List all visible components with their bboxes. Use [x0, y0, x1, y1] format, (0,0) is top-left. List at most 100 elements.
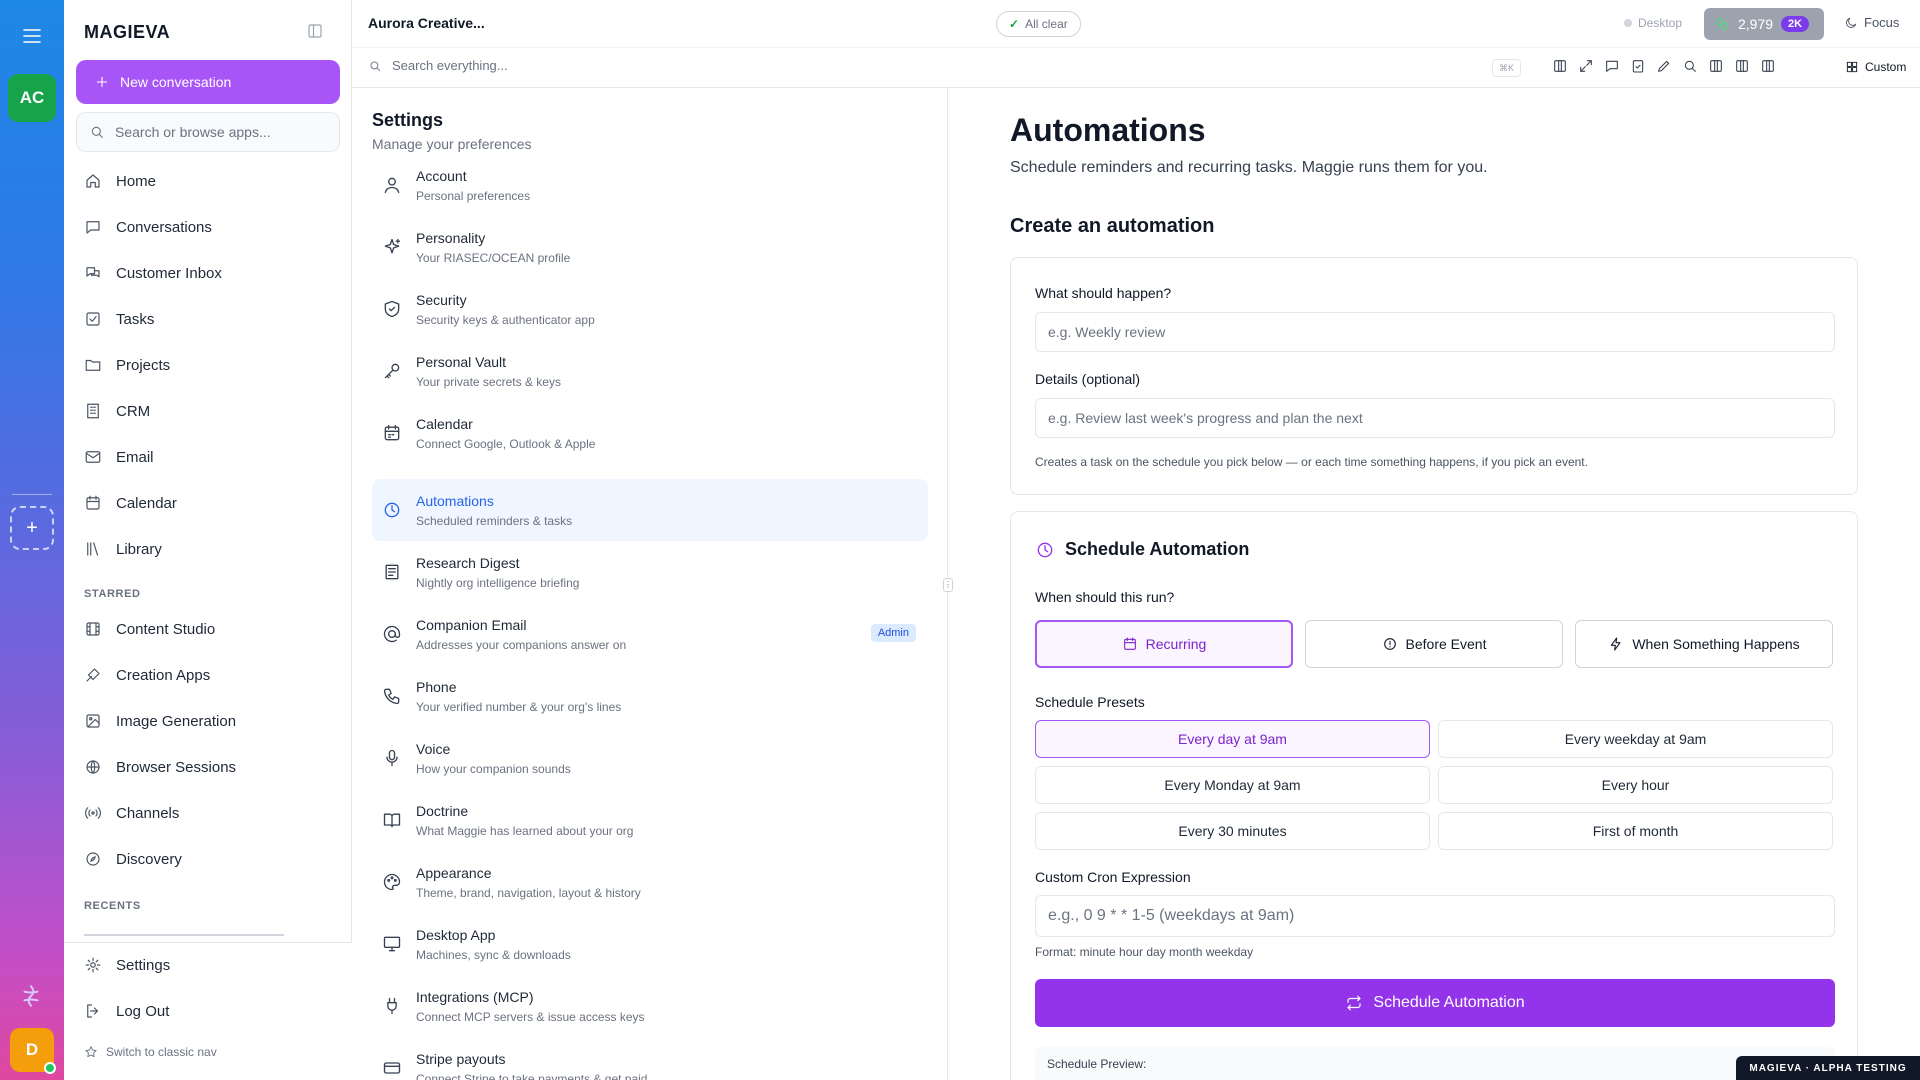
credits-button[interactable]: 2,979 2K [1704, 8, 1824, 40]
preset-button[interactable]: First of month [1438, 812, 1833, 850]
nav-item-library[interactable]: Library [84, 540, 162, 558]
settings-item-title: Personality [416, 229, 486, 246]
nav-item-channels[interactable]: Channels [84, 804, 179, 822]
settings-item-title: Personal Vault [416, 353, 507, 370]
panel-icon[interactable] [1760, 58, 1776, 74]
nav-label: Conversations [116, 218, 212, 236]
mode-event-trigger-button[interactable]: When Something Happens [1575, 620, 1833, 668]
settings-title: Settings [372, 110, 444, 130]
settings-item-companion-email[interactable]: Companion Email Addresses your companions… [372, 603, 928, 665]
details-input[interactable] [1035, 398, 1835, 438]
status-text: All clear [1025, 17, 1068, 31]
add-workspace-button[interactable]: + [10, 506, 54, 550]
mode-recurring-button[interactable]: Recurring [1035, 620, 1293, 668]
settings-item-desc: What Maggie has learned about your org [416, 823, 634, 838]
nav-item-crm[interactable]: CRM [84, 402, 150, 420]
focus-button[interactable]: Focus [1844, 15, 1899, 30]
nav-item-customer-inbox[interactable]: Customer Inbox [84, 264, 222, 282]
nav-item-content-studio[interactable]: Content Studio [84, 620, 215, 638]
search-icon[interactable] [1682, 58, 1698, 74]
status-badge[interactable]: ✓ All clear [996, 11, 1081, 37]
nav-item-browser-sessions[interactable]: Browser Sessions [84, 758, 236, 776]
panel-resize-handle[interactable]: ⋮ [943, 578, 953, 592]
shield-icon [384, 300, 400, 318]
settings-item-integrations[interactable]: Integrations (MCP) Connect MCP servers & … [372, 975, 928, 1037]
nav-item-home[interactable]: Home [84, 172, 156, 190]
cron-input[interactable] [1035, 895, 1835, 937]
nav-label: Library [116, 540, 162, 558]
app-search-input[interactable]: Search or browse apps... [76, 112, 340, 152]
settings-item-personal-vault[interactable]: Personal Vault Your private secrets & key… [372, 340, 928, 402]
palette-icon [383, 873, 401, 891]
mode-before-event-button[interactable]: Before Event [1305, 620, 1563, 668]
settings-item-desc: Addresses your companions answer on [416, 637, 627, 652]
user-avatar[interactable]: D [10, 1028, 56, 1074]
nav-label: Discovery [116, 850, 182, 868]
settings-item-phone[interactable]: Phone Your verified number & your org's l… [372, 665, 928, 727]
columns-icon[interactable] [1552, 58, 1568, 74]
preset-button[interactable]: Every weekday at 9am [1438, 720, 1833, 758]
panel-icon[interactable] [1734, 58, 1750, 74]
workspace-title[interactable]: Aurora Creative... [368, 15, 485, 31]
nav-item-creation-apps[interactable]: Creation Apps [84, 666, 210, 684]
collapse-sidebar-icon[interactable] [306, 22, 324, 40]
schedule-card: Schedule Automation When should this run… [1010, 511, 1858, 1080]
what-input[interactable] [1035, 312, 1835, 352]
settings-item-account[interactable]: Account Personal preferences [372, 154, 928, 216]
global-search-input[interactable]: Search everything... [368, 58, 508, 73]
settings-item-doctrine[interactable]: Doctrine What Maggie has learned about yo… [372, 789, 928, 851]
mode-label: Recurring [1145, 636, 1207, 652]
nav-label: Home [116, 172, 157, 190]
apps-icon [86, 668, 100, 682]
preset-button[interactable]: Every Monday at 9am [1035, 766, 1430, 804]
settings-item-desc: Your private secrets & keys [416, 374, 561, 389]
nav-item-conversations[interactable]: Conversations [84, 218, 212, 236]
settings-item-personality[interactable]: Personality Your RIASEC/OCEAN profile [372, 216, 928, 278]
switch-classic-nav-link[interactable]: Switch to classic nav [84, 1045, 217, 1059]
settings-item-desktop-app[interactable]: Desktop App Machines, sync & downloads [372, 913, 928, 975]
monitor-icon [383, 936, 401, 952]
new-conversation-button[interactable]: New conversation [76, 60, 340, 104]
nav-item-discovery[interactable]: Discovery [84, 850, 182, 868]
schedule-automation-button[interactable]: Schedule Automation [1035, 979, 1835, 1027]
settings-item-title: Appearance [416, 864, 492, 881]
nav-item-email[interactable]: Email [84, 448, 154, 466]
nav-item-tasks[interactable]: Tasks [84, 310, 154, 328]
custom-layout-button[interactable]: Custom [1845, 60, 1906, 74]
settings-item-calendar[interactable]: Calendar Connect Google, Outlook & Apple [372, 402, 928, 464]
expand-icon[interactable] [1578, 58, 1594, 74]
nav-label: Content Studio [116, 620, 216, 638]
nav-label: Settings [116, 956, 171, 974]
preset-button[interactable]: Every day at 9am [1035, 720, 1430, 758]
workspace-avatar[interactable]: AC [8, 74, 56, 122]
inbox-icon [86, 267, 100, 278]
sparkles-icon [384, 238, 401, 254]
clipboard-check-icon[interactable] [1630, 58, 1646, 74]
panel-icon[interactable] [1708, 58, 1724, 74]
chat-icon[interactable] [1604, 58, 1620, 74]
preset-button[interactable]: Every hour [1438, 766, 1833, 804]
nav-item-projects[interactable]: Projects [84, 356, 170, 374]
preset-button[interactable]: Every 30 minutes [1035, 812, 1430, 850]
details-label: Details (optional) [1035, 371, 1141, 387]
nav-item-image-generation[interactable]: Image Generation [84, 712, 236, 730]
gear-icon [85, 957, 101, 973]
settings-item-security[interactable]: Security Security keys & authenticator ap… [372, 278, 928, 340]
settings-item-appearance[interactable]: Appearance Theme, brand, navigation, layo… [372, 851, 928, 913]
settings-item-voice[interactable]: Voice How your companion sounds [372, 727, 928, 789]
pen-icon[interactable] [1656, 58, 1672, 74]
mic-icon [386, 749, 398, 767]
nav-item-calendar[interactable]: Calendar [84, 494, 177, 512]
desktop-indicator[interactable]: Desktop [1624, 16, 1682, 30]
settings-item-stripe-payouts[interactable]: Stripe payouts Connect Stripe to take pay… [372, 1037, 928, 1080]
nav-label: Browser Sessions [116, 758, 237, 776]
create-automation-heading: Create an automation [1010, 215, 1215, 237]
settings-item-automations[interactable]: Automations Scheduled reminders & tasks [372, 479, 928, 541]
automations-content: Automations Schedule reminders and recur… [1010, 88, 1920, 1080]
settings-item-title: Voice [416, 740, 451, 757]
settings-item-research-digest[interactable]: Research Digest Nightly org intelligence … [372, 541, 928, 603]
nav-item-settings[interactable]: Settings [84, 956, 170, 974]
menu-icon[interactable] [20, 24, 44, 48]
nav-item-logout[interactable]: Log Out [84, 1002, 169, 1020]
custom-label: Custom [1865, 60, 1907, 74]
